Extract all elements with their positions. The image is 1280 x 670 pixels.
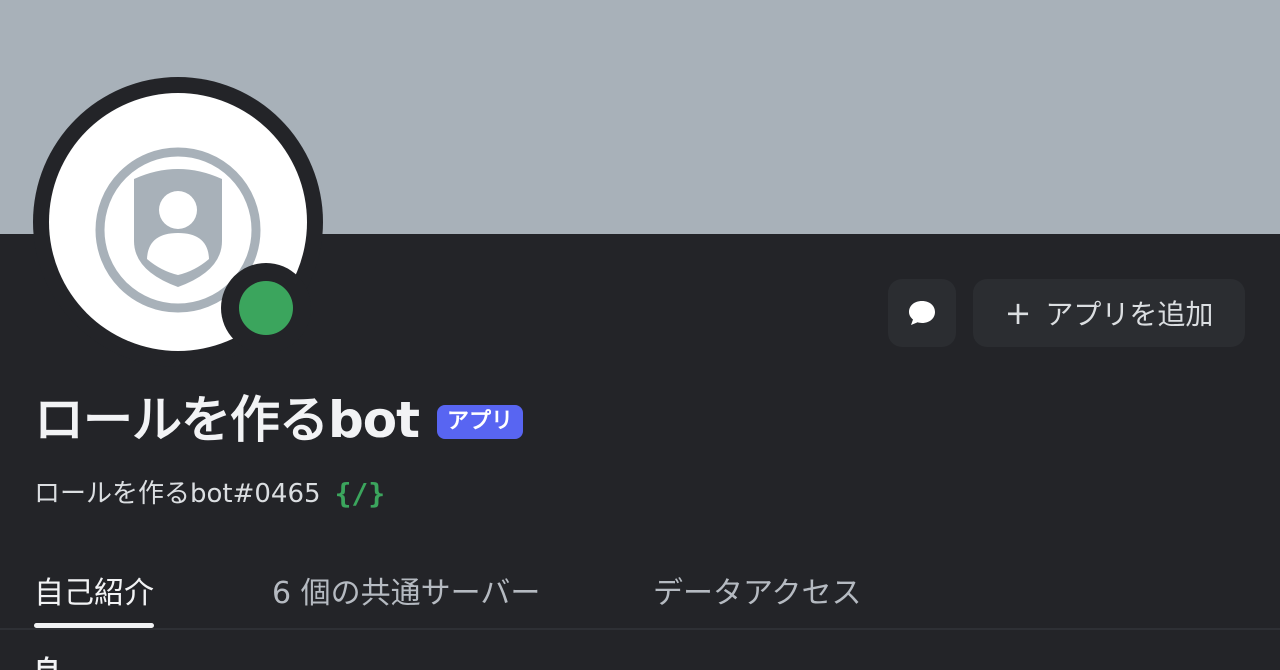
section-title: 自 bbox=[34, 654, 60, 670]
status-indicator bbox=[221, 263, 311, 353]
slash-commands-icon[interactable]: {/} bbox=[335, 476, 386, 512]
speech-bubble-icon bbox=[909, 301, 935, 325]
add-app-label: アプリを追加 bbox=[1045, 298, 1214, 331]
profile-page: + アプリを追加 ロールを作るbot アプリ ロールを作るbot#0465 {/… bbox=[0, 0, 1280, 670]
tabs-divider bbox=[0, 628, 1280, 630]
name-row: ロールを作るbot アプリ bbox=[34, 388, 524, 452]
display-name: ロールを作るbot bbox=[34, 391, 420, 449]
profile-tabs: 自己紹介 6 個の共通サーバー データアクセス bbox=[0, 560, 1280, 628]
online-status-icon bbox=[239, 281, 293, 335]
tab-about[interactable]: 自己紹介 bbox=[34, 574, 154, 614]
add-app-button[interactable]: + アプリを追加 bbox=[973, 279, 1245, 347]
app-badge: アプリ bbox=[437, 405, 524, 439]
avatar-frame bbox=[33, 77, 323, 367]
plus-icon: + bbox=[1004, 294, 1032, 332]
message-button[interactable] bbox=[888, 279, 956, 347]
tab-mutual-servers[interactable]: 6 個の共通サーバー bbox=[272, 574, 540, 614]
tab-data-access[interactable]: データアクセス bbox=[653, 574, 862, 614]
user-tag-row: ロールを作るbot#0465 {/} bbox=[34, 476, 385, 512]
user-tag[interactable]: ロールを作るbot#0465 bbox=[34, 476, 321, 512]
